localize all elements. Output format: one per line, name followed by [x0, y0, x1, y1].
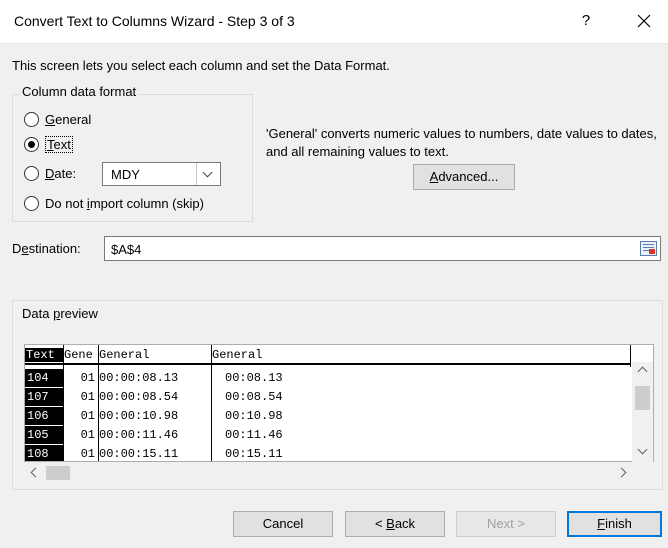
intro-text: This screen lets you select each column … [12, 58, 390, 73]
table-row: 104 01 00:00:08.13 00:08.13 [25, 369, 631, 387]
preview-header-cell[interactable]: Text [25, 348, 63, 362]
radio-skip-circle[interactable] [24, 196, 39, 211]
radio-skip-label: Do not import column (skip) [45, 196, 204, 211]
back-button[interactable]: < Back [345, 511, 445, 537]
close-button[interactable] [624, 6, 664, 36]
date-format-select[interactable]: MDY [102, 162, 221, 186]
preview-grid[interactable]: Text Gene General General 104 01 00:00:0… [24, 344, 654, 462]
date-format-value: MDY [111, 167, 140, 182]
preview-cell: 00:15.11 [225, 447, 283, 461]
radio-general-label: General [45, 112, 92, 127]
window-title: Convert Text to Columns Wizard - Step 3 … [14, 13, 295, 29]
radio-text-label: Text [45, 136, 73, 153]
preview-cell: 106 [25, 407, 63, 425]
preview-cell: 00:00:08.13 [99, 371, 179, 385]
preview-header-cell[interactable]: General [212, 348, 262, 362]
scroll-down-icon[interactable] [637, 444, 648, 455]
preview-header-cell[interactable]: Gene [64, 348, 98, 362]
preview-cell: 00:11.46 [225, 428, 283, 442]
destination-label: Destination: [12, 241, 81, 256]
vertical-scroll-thumb[interactable] [635, 386, 650, 410]
radio-date-label: Date: [45, 166, 77, 181]
preview-cell: 00:00:15.11 [99, 447, 179, 461]
preview-cell: 107 [25, 388, 63, 406]
column-format-legend: Column data format [20, 84, 139, 99]
horizontal-scrollbar[interactable] [24, 463, 654, 483]
table-row: 107 01 00:00:08.54 00:08.54 [25, 388, 631, 406]
column-divider [630, 345, 631, 367]
data-preview-legend: Data preview [20, 306, 100, 321]
preview-cell: 01 [80, 428, 95, 442]
preview-header-cell[interactable]: General [99, 348, 149, 362]
cancel-button[interactable]: Cancel [233, 511, 333, 537]
preview-cell: 108 [25, 445, 63, 461]
advanced-button[interactable]: Advanced... [413, 164, 515, 190]
next-button[interactable]: Next > [456, 511, 556, 537]
radio-skip[interactable]: Do not import column (skip) [24, 196, 204, 211]
preview-cell: 00:08.54 [225, 390, 283, 404]
radio-text-circle[interactable] [24, 137, 39, 152]
preview-cell: 01 [80, 447, 95, 461]
preview-cell: 01 [80, 390, 95, 404]
scroll-left-icon[interactable] [30, 467, 41, 478]
vertical-scrollbar[interactable] [632, 362, 653, 463]
scroll-up-icon[interactable] [637, 366, 648, 377]
preview-cell: 01 [80, 371, 95, 385]
format-description: 'General' converts numeric values to num… [266, 126, 657, 159]
preview-cell: 00:10.98 [225, 409, 283, 423]
radio-date-circle[interactable] [24, 166, 39, 181]
destination-value: $A$4 [111, 242, 142, 257]
preview-cell: 00:00:11.46 [99, 428, 179, 442]
radio-general-circle[interactable] [24, 112, 39, 127]
preview-cell: 105 [25, 426, 63, 444]
preview-cell: 00:08.13 [225, 371, 283, 385]
radio-general[interactable]: General [24, 112, 91, 127]
destination-input[interactable]: $A$4 [104, 236, 661, 261]
scroll-right-icon[interactable] [616, 467, 627, 478]
preview-cell: 104 [25, 369, 63, 387]
radio-date[interactable]: Date: [24, 166, 76, 181]
preview-cell: 01 [80, 409, 95, 423]
chevron-down-icon[interactable] [196, 163, 220, 185]
table-row: 106 01 00:00:10.98 00:10.98 [25, 407, 631, 425]
close-icon [637, 14, 651, 28]
preview-cell: 00:00:10.98 [99, 409, 179, 423]
table-row: 105 01 00:00:11.46 00:11.46 [25, 426, 631, 444]
horizontal-scroll-thumb[interactable] [46, 466, 70, 480]
preview-cell: 00:00:08.54 [99, 390, 179, 404]
preview-header-row: Text Gene General General [25, 345, 631, 365]
title-bar: Convert Text to Columns Wizard - Step 3 … [0, 0, 668, 44]
range-select-icon[interactable] [640, 241, 657, 256]
finish-button[interactable]: Finish [567, 511, 662, 537]
help-button[interactable]: ? [566, 6, 606, 36]
table-row: 108 01 00:00:15.11 00:15.11 [25, 445, 631, 461]
radio-text[interactable]: Text [24, 136, 73, 153]
